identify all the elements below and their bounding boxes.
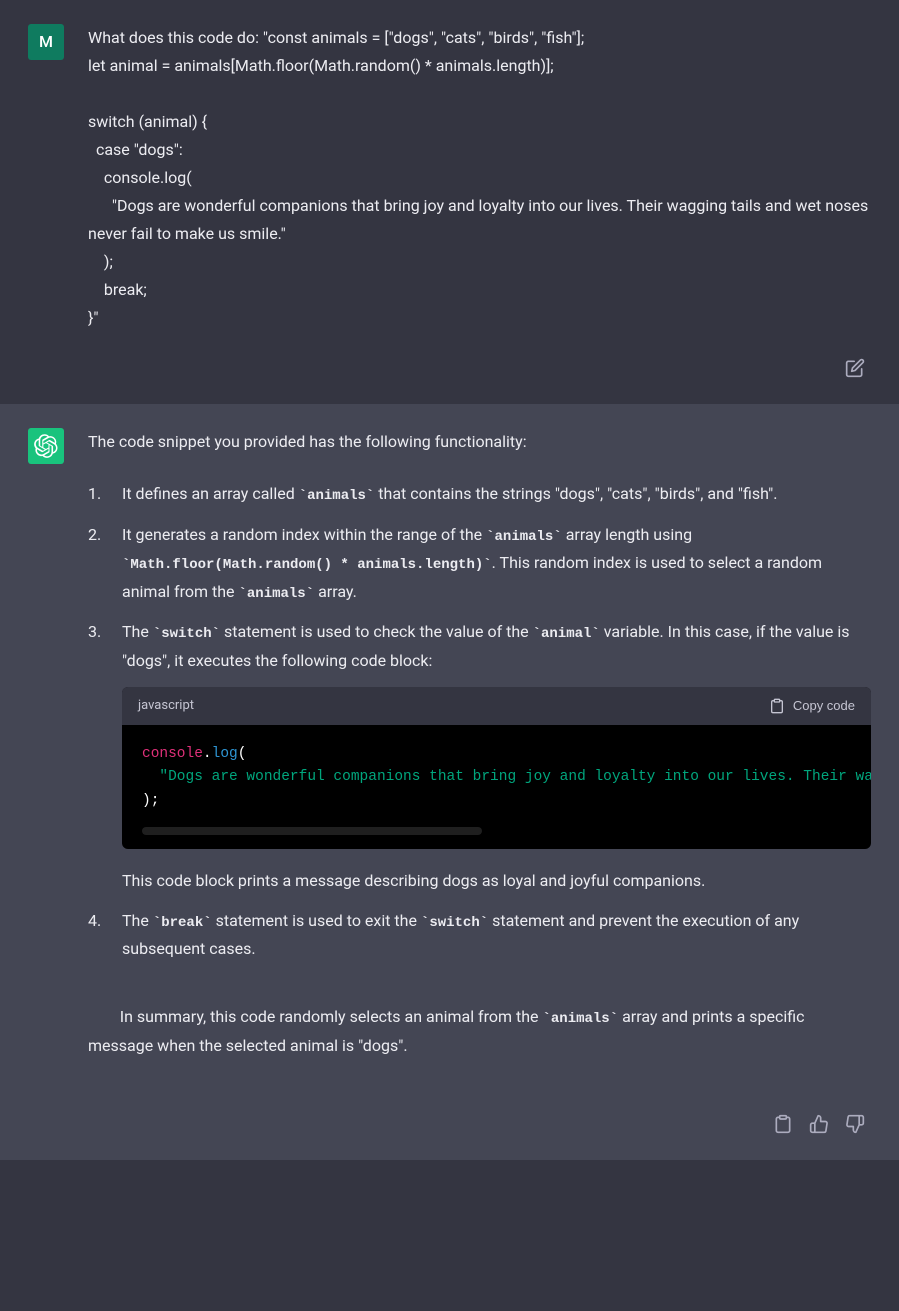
thumbs-down-icon — [845, 1114, 865, 1134]
horizontal-scrollbar[interactable] — [142, 827, 482, 835]
inline-code: `break` — [153, 915, 212, 931]
inline-code: `switch` — [421, 915, 488, 931]
clipboard-icon — [769, 698, 785, 714]
inline-code: `animals` — [238, 586, 314, 602]
assistant-actions-row — [28, 1112, 871, 1136]
code-pre: console.log( "Dogs are wonderful compani… — [142, 743, 851, 813]
text-segment: This code block prints a message describ… — [122, 871, 705, 890]
inline-code: `animals` — [486, 529, 562, 545]
edit-button[interactable] — [843, 356, 867, 380]
text-segment: It defines an array called — [122, 484, 299, 503]
copy-code-label: Copy code — [793, 698, 855, 713]
clipboard-icon — [773, 1114, 793, 1134]
inline-code: `switch` — [153, 626, 220, 642]
text-segment: array. — [314, 582, 357, 601]
text-segment: The — [122, 622, 153, 641]
code-token: ); — [142, 793, 159, 809]
inline-code: `Math.floor(Math.random() * animals.leng… — [122, 557, 492, 573]
list-item: It defines an array called `animals` tha… — [88, 480, 871, 509]
explanation-list: It defines an array called `animals` tha… — [88, 480, 871, 963]
assistant-intro: The code snippet you provided has the fo… — [88, 428, 871, 456]
user-avatar-letter: M — [39, 28, 53, 56]
list-item: The `switch` statement is used to check … — [88, 618, 871, 895]
text-segment: The — [122, 911, 153, 930]
text-segment: statement is used to check the value of … — [220, 622, 533, 641]
message-row: M What does this code do: "const animals… — [28, 24, 871, 332]
thumbs-up-icon — [809, 1114, 829, 1134]
code-token: "Dogs are wonderful companions that brin… — [142, 769, 871, 785]
code-token: . — [203, 746, 212, 762]
assistant-message-block: The code snippet you provided has the fo… — [0, 404, 899, 1160]
copy-button[interactable] — [771, 1112, 795, 1136]
code-body: console.log( "Dogs are wonderful compani… — [122, 725, 871, 849]
text-segment: It generates a random index within the r… — [122, 525, 486, 544]
list-item: The `break` statement is used to exit th… — [88, 907, 871, 964]
inline-code: `animals` — [299, 488, 375, 504]
inline-code: `animal` — [533, 626, 600, 642]
user-message-content: What does this code do: "const animals =… — [88, 24, 871, 332]
code-token: ( — [238, 746, 247, 762]
inline-code: `animals` — [543, 1011, 619, 1027]
text-segment: that contains the strings "dogs", "cats"… — [374, 484, 777, 503]
edit-icon — [845, 358, 865, 378]
thumbs-down-button[interactable] — [843, 1112, 867, 1136]
list-item: It generates a random index within the r… — [88, 521, 871, 607]
user-message-text: What does this code do: "const animals =… — [88, 24, 871, 332]
text-segment: statement is used to exit the — [212, 911, 421, 930]
code-language-label: javascript — [138, 695, 194, 718]
copy-code-button[interactable]: Copy code — [769, 698, 855, 714]
assistant-message-content: The code snippet you provided has the fo… — [88, 428, 871, 1088]
summary-paragraph: In summary, this code randomly selects a… — [88, 975, 871, 1088]
code-token: console — [142, 746, 203, 762]
text-segment: array length using — [562, 525, 692, 544]
code-block: javascript Copy code console.log( "Dogs — [122, 687, 871, 849]
code-block-header: javascript Copy code — [122, 687, 871, 726]
assistant-avatar — [28, 428, 64, 464]
user-actions-row — [28, 356, 871, 380]
text-segment: In summary, this code randomly selects a… — [120, 1007, 543, 1026]
openai-logo-icon — [34, 434, 58, 458]
user-message-block: M What does this code do: "const animals… — [0, 0, 899, 404]
message-row: The code snippet you provided has the fo… — [28, 428, 871, 1088]
code-token: log — [212, 746, 238, 762]
user-avatar: M — [28, 24, 64, 60]
thumbs-up-button[interactable] — [807, 1112, 831, 1136]
